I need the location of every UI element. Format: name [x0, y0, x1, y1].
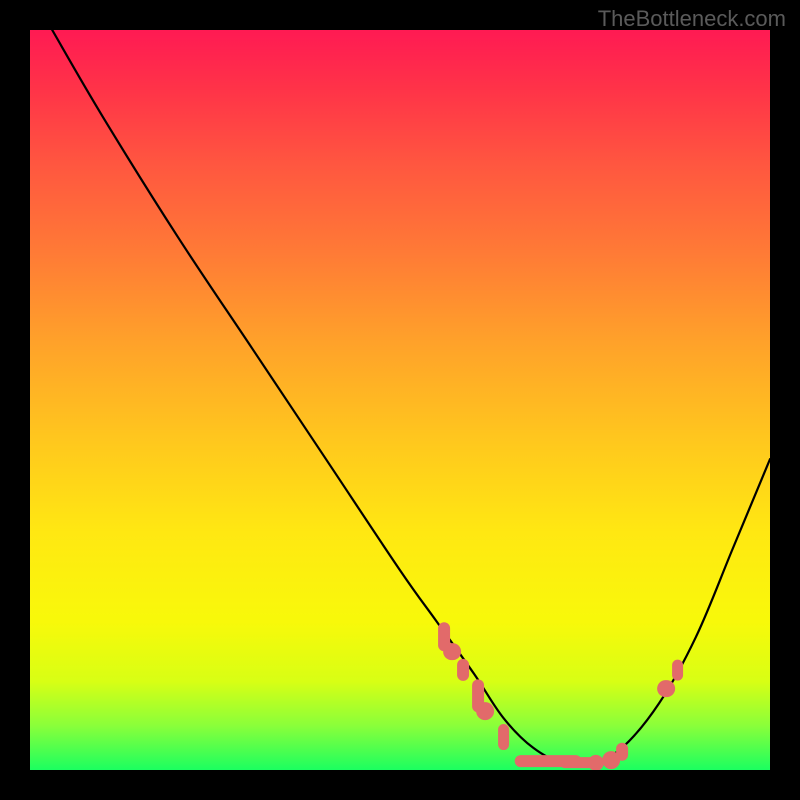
data-marker [476, 702, 494, 720]
data-marker [457, 659, 469, 681]
data-marker [472, 679, 484, 712]
data-marker [438, 622, 450, 652]
data-marker [443, 643, 461, 661]
watermark-label: TheBottleneck.com [598, 6, 786, 32]
data-marker [616, 742, 628, 761]
data-marker [672, 660, 684, 681]
data-marker [658, 680, 676, 698]
data-marker [588, 754, 604, 770]
data-marker [559, 757, 596, 769]
bottleneck-curve [30, 30, 770, 770]
data-marker [498, 724, 510, 750]
plot-area [30, 30, 770, 770]
data-marker [515, 755, 582, 767]
data-marker [602, 752, 620, 770]
